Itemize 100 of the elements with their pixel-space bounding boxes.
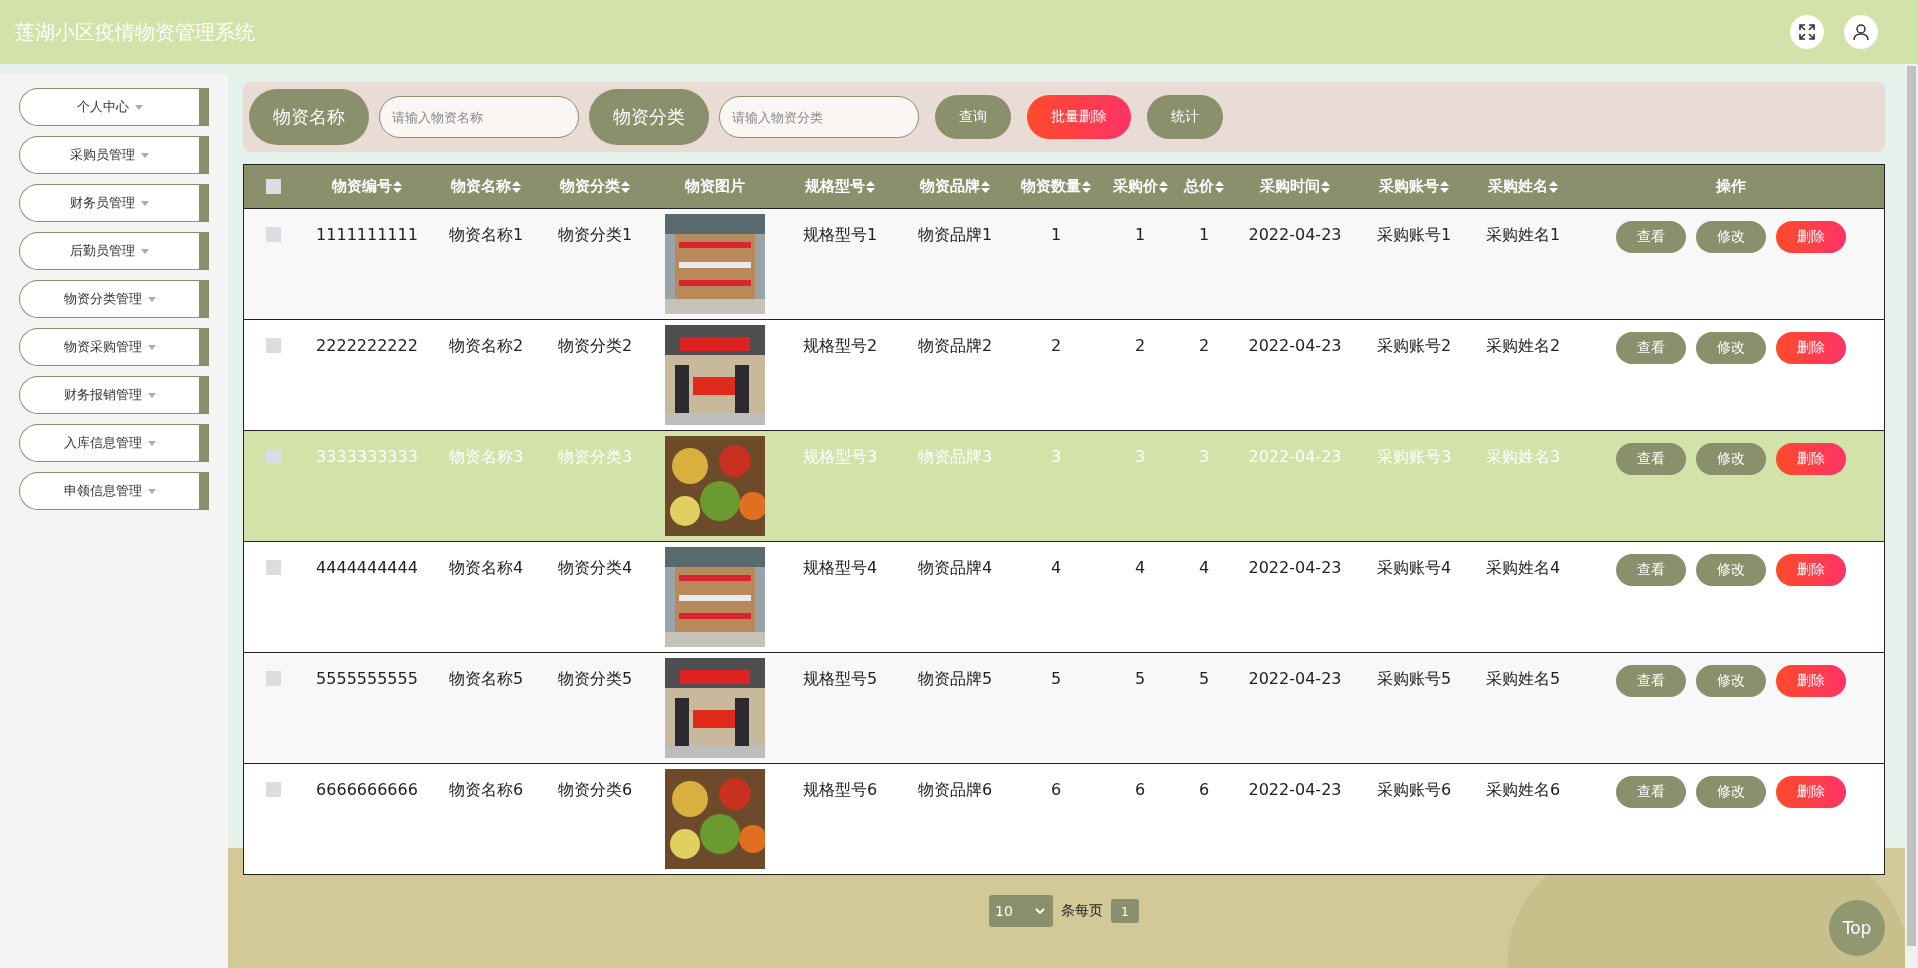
sidebar-item[interactable]: 财务报销管理 (19, 376, 209, 414)
row-action-button[interactable]: 删除 (1776, 776, 1846, 808)
sort-icon[interactable] (1082, 180, 1091, 193)
caret-icon (147, 488, 156, 494)
table-cell: 6 (1134, 780, 1146, 799)
sort-icon[interactable] (1158, 180, 1168, 193)
row-action-button[interactable]: 修改 (1696, 776, 1766, 808)
row-action-button[interactable]: 删除 (1776, 221, 1846, 253)
sidebar-item[interactable]: 申领信息管理 (19, 472, 209, 510)
row-checkbox[interactable] (265, 449, 281, 464)
fullscreen-button[interactable] (1790, 15, 1824, 49)
row-action-button[interactable]: 查看 (1616, 332, 1686, 364)
sort-icon[interactable] (981, 180, 990, 193)
sort-icon[interactable] (1549, 180, 1558, 193)
table-cell: 1 (1198, 225, 1210, 244)
column-header[interactable]: 采购姓名 (1488, 177, 1548, 196)
column-header[interactable]: 采购账号 (1379, 177, 1439, 196)
column-header[interactable]: 规格型号 (805, 177, 865, 196)
row-action-button[interactable]: 删除 (1776, 665, 1846, 697)
caret-icon (141, 152, 149, 158)
table-cell: 采购账号1 (1376, 225, 1452, 246)
row-action-button[interactable]: 查看 (1616, 776, 1686, 808)
column-header[interactable]: 操作 (1716, 177, 1746, 196)
caret-icon (147, 344, 156, 350)
row-action-button[interactable]: 删除 (1776, 443, 1846, 475)
field-label: 物资分类 (589, 89, 709, 145)
table-cell: 物资名称5 (448, 669, 524, 690)
search-field[interactable]: 请输入物资分类 (719, 96, 919, 138)
table-row[interactable]: 1111111111 物资名称1 物资分类1 规格型号1 物资品牌1 1 1 1 2022-04-23 采购账号1 采购姓名1 查看 修改 删除 (244, 208, 1884, 319)
table-cell: 物资分类1 (557, 225, 633, 246)
table-cell: 2022-04-23 (1248, 336, 1342, 355)
row-checkbox[interactable] (265, 227, 281, 242)
sidebar-item[interactable]: 财务员管理 (19, 184, 209, 222)
table-row[interactable]: 5555555555 物资名称5 物资分类5 规格型号5 物资品牌5 5 5 5 2022-04-23 采购账号5 采购姓名5 查看 修改 删除 (244, 652, 1884, 763)
sort-icon[interactable] (866, 180, 875, 193)
column-header[interactable]: 物资图片 (685, 177, 745, 196)
row-action-button[interactable]: 修改 (1696, 554, 1766, 586)
row-checkbox[interactable] (265, 782, 281, 797)
row-checkbox[interactable] (265, 338, 281, 353)
table-cell: 6666666666 (316, 780, 418, 799)
table-cell: 3 (1050, 447, 1062, 466)
table-cell: 采购账号5 (1376, 669, 1452, 690)
table-cell: 2 (1198, 336, 1210, 355)
page-button[interactable]: 1 (1111, 899, 1139, 923)
page-size-select[interactable]: 10 (989, 895, 1053, 927)
row-action-button[interactable]: 删除 (1776, 554, 1846, 586)
sort-icon[interactable] (393, 180, 402, 193)
table-cell: 采购姓名5 (1485, 669, 1561, 690)
sort-icon[interactable] (1321, 180, 1330, 193)
row-action-button[interactable]: 查看 (1616, 665, 1686, 697)
row-action-button[interactable]: 查看 (1616, 443, 1686, 475)
table-cell: 规格型号5 (802, 669, 878, 690)
table-row[interactable]: 3333333333 物资名称3 物资分类3 规格型号3 物资品牌3 3 3 3 2022-04-23 采购账号3 采购姓名3 查看 修改 删除 (244, 430, 1884, 541)
sidebar-item[interactable]: 物资采购管理 (19, 328, 209, 366)
column-header[interactable]: 物资编号 (332, 177, 392, 196)
caret-icon (147, 392, 156, 398)
row-action-button[interactable]: 删除 (1776, 332, 1846, 364)
table-cell: 2022-04-23 (1248, 558, 1342, 577)
select-all-checkbox[interactable] (265, 179, 281, 194)
column-header[interactable]: 总价 (1184, 177, 1214, 196)
sidebar-item[interactable]: 后勤员管理 (19, 232, 209, 270)
column-header[interactable]: 物资名称 (451, 177, 511, 196)
row-action-button[interactable]: 修改 (1696, 665, 1766, 697)
column-header[interactable]: 采购价 (1112, 177, 1158, 196)
sidebar-item[interactable]: 入库信息管理 (19, 424, 209, 462)
column-header[interactable]: 物资分类 (560, 177, 620, 196)
expand-icon (1798, 23, 1816, 41)
row-action-button[interactable]: 查看 (1616, 221, 1686, 253)
table-cell: 物资品牌6 (917, 780, 993, 801)
row-checkbox[interactable] (265, 671, 281, 686)
sort-icon[interactable] (512, 180, 521, 193)
table-cell: 2 (1050, 336, 1062, 355)
table-cell: 3333333333 (316, 447, 418, 466)
user-button[interactable] (1844, 15, 1878, 49)
search-button[interactable]: 统计 (1147, 95, 1223, 139)
table-cell: 采购账号4 (1376, 558, 1452, 579)
search-field[interactable]: 请输入物资名称 (379, 96, 579, 138)
row-action-button[interactable]: 查看 (1616, 554, 1686, 586)
table-cell: 物资品牌4 (917, 558, 993, 579)
search-button[interactable]: 批量删除 (1027, 95, 1131, 139)
sidebar-item[interactable]: 个人中心 (19, 88, 209, 126)
table-cell: 5 (1050, 669, 1062, 688)
scrollbar[interactable] (1905, 64, 1918, 968)
sidebar-item[interactable]: 物资分类管理 (19, 280, 209, 318)
sort-icon[interactable] (1215, 180, 1224, 193)
table-cell: 2022-04-23 (1248, 447, 1342, 466)
column-header[interactable]: 物资数量 (1021, 177, 1081, 196)
search-button[interactable]: 查询 (935, 95, 1011, 139)
row-checkbox[interactable] (265, 560, 281, 575)
sort-icon[interactable] (621, 180, 630, 193)
row-action-button[interactable]: 修改 (1696, 221, 1766, 253)
sidebar-item[interactable]: 采购员管理 (19, 136, 209, 174)
column-header[interactable]: 采购时间 (1260, 177, 1320, 196)
table-cell: 规格型号2 (802, 336, 878, 357)
column-header[interactable]: 物资品牌 (920, 177, 980, 196)
row-action-button[interactable]: 修改 (1696, 443, 1766, 475)
row-action-button[interactable]: 修改 (1696, 332, 1766, 364)
table-cell: 4 (1050, 558, 1062, 577)
table-cell: 采购姓名2 (1485, 336, 1561, 357)
sort-icon[interactable] (1440, 180, 1449, 193)
